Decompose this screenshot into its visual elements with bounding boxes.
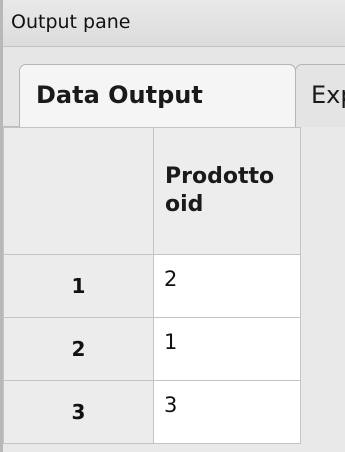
row-header[interactable]: 1 [3,254,154,318]
pane-title-bar: Output pane [3,0,345,47]
tab-bar: Data Output Explain [3,47,345,127]
tab-explain[interactable]: Explain [295,64,345,127]
column-header-line-2: oid [165,192,204,217]
data-output-grid: Prodotto oid 1 2 2 1 3 3 [3,127,345,452]
grid-corner-cell[interactable] [3,127,154,255]
row-header[interactable]: 3 [3,380,154,444]
column-header-line-1: Prodotto [165,164,275,189]
pane-title: Output pane [11,11,131,33]
table-row: 1 2 [3,254,301,318]
tab-data-output-label: Data Output [36,81,203,109]
output-pane: Output pane Data Output Explain Prodotto… [0,0,345,452]
row-header[interactable]: 2 [3,317,154,381]
tab-data-output[interactable]: Data Output [19,64,296,127]
table-cell[interactable]: 3 [153,380,301,444]
tab-explain-label: Explain [311,81,345,109]
results-table: Prodotto oid 1 2 2 1 3 3 [3,127,301,444]
cell-value: 3 [164,393,178,417]
column-header-prodotto-oid[interactable]: Prodotto oid [153,127,301,255]
table-cell[interactable]: 1 [153,317,301,381]
table-row: 3 3 [3,380,301,444]
table-row: 2 1 [3,317,301,381]
cell-value: 1 [164,330,178,354]
cell-value: 2 [164,267,178,291]
table-cell[interactable]: 2 [153,254,301,318]
